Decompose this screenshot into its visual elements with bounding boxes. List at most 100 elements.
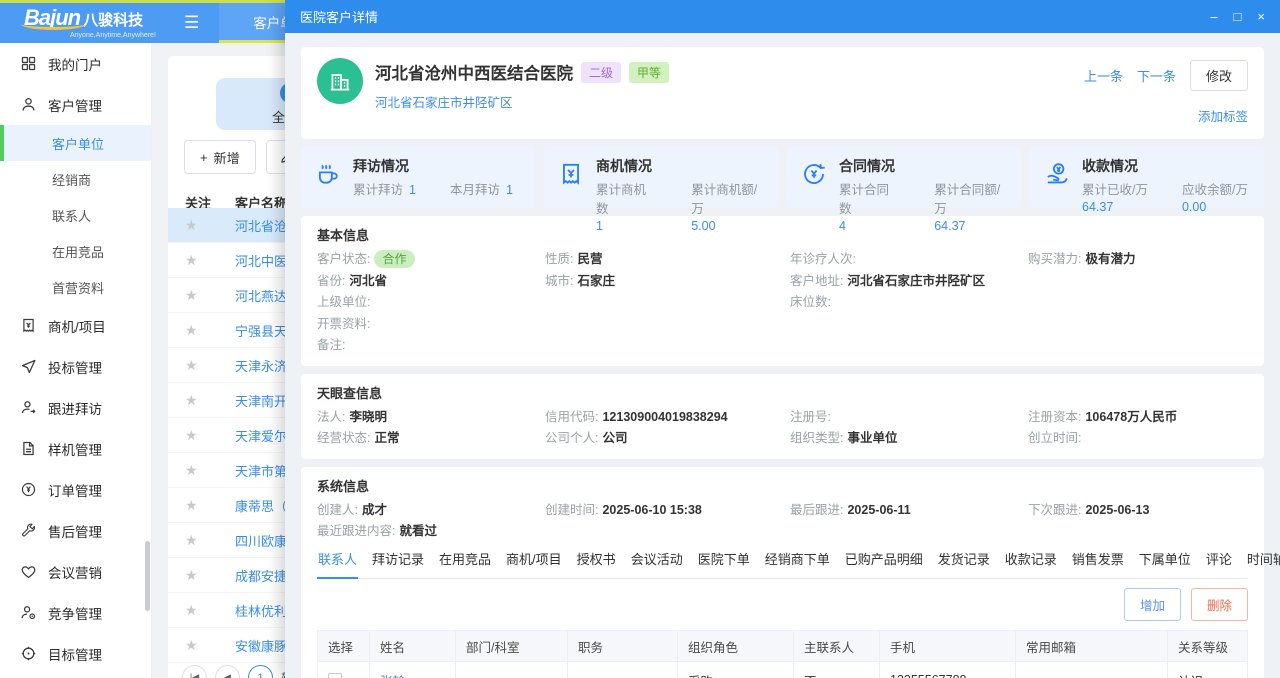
star-icon[interactable]: ★ <box>185 497 235 514</box>
customer-name-link[interactable]: 河北中医 <box>235 251 287 270</box>
customer-name-link[interactable]: 河北省沧 <box>235 216 287 235</box>
star-icon[interactable]: ★ <box>185 357 235 374</box>
sidebar-item[interactable]: 样机管理 <box>0 428 151 469</box>
first-page-button[interactable]: |◀ <box>182 665 207 678</box>
star-icon[interactable]: ★ <box>185 392 235 409</box>
info-field-label: 创建时间: <box>545 503 598 517</box>
sidebar-item[interactable]: 客户单位 <box>0 125 151 161</box>
next-record-link[interactable]: 下一条 <box>1137 66 1176 85</box>
sidebar-item[interactable]: 竞争管理 <box>0 592 151 633</box>
star-icon[interactable]: ★ <box>185 567 235 584</box>
customer-name-link[interactable]: 宁强县天 <box>235 321 287 340</box>
customer-name-link[interactable]: 天津永济 <box>235 356 287 375</box>
sidebar-item[interactable]: 跟进拜访 <box>0 387 151 428</box>
delete-contact-button[interactable]: 删除 <box>1191 588 1248 621</box>
modify-button[interactable]: 修改 <box>1190 60 1248 91</box>
info-field: 组织类型:事业单位 <box>790 428 1028 450</box>
sidebar-item[interactable]: 我的门户 <box>0 43 151 84</box>
star-icon[interactable]: ★ <box>185 532 235 549</box>
sidebar-item[interactable]: 联系人 <box>0 197 151 233</box>
sidebar-item[interactable]: 目标管理 <box>0 633 151 674</box>
star-icon[interactable]: ★ <box>185 322 235 339</box>
sidebar-item[interactable]: 经销商 <box>0 161 151 197</box>
detail-tab[interactable]: 拜访记录 <box>371 538 425 578</box>
contact-name-link[interactable]: 张翰 <box>380 675 405 678</box>
detail-tabs-card: 联系人拜访记录在用竞品商机/项目授权书会议活动医院下单经销商下单已购产品明细发货… <box>301 538 1264 678</box>
sidebar-scrollbar[interactable] <box>145 541 150 611</box>
customer-name-link[interactable]: 康蒂思（ <box>235 496 287 515</box>
prev-record-link[interactable]: 上一条 <box>1084 66 1123 85</box>
stat-metric-label: 累计已收/万 <box>1082 179 1148 198</box>
sidebar-item-label: 样机管理 <box>48 439 102 459</box>
detail-tab[interactable]: 已购产品明细 <box>844 538 924 578</box>
stat-metric-value: 0.00 <box>1182 200 1248 214</box>
current-page-button[interactable]: 1 <box>248 665 273 678</box>
detail-tab[interactable]: 商机/项目 <box>505 538 563 578</box>
detail-tab[interactable]: 评论 <box>1205 538 1233 578</box>
sidebar-item[interactable]: 首营资料 <box>0 269 151 305</box>
sidebar-item[interactable]: 售后管理 <box>0 510 151 551</box>
row-checkbox[interactable] <box>328 673 342 678</box>
info-field: 性质:民营 <box>545 249 790 271</box>
star-icon[interactable]: ★ <box>185 427 235 444</box>
minimize-icon[interactable]: – <box>1210 10 1217 23</box>
detail-tab[interactable]: 时间轴 <box>1246 538 1280 578</box>
building-icon <box>327 68 353 94</box>
info-field-empty <box>1028 335 1248 357</box>
info-field: 购买潜力:极有潜力 <box>1028 249 1248 271</box>
detail-tab[interactable]: 医院下单 <box>697 538 751 578</box>
detail-tab[interactable]: 经销商下单 <box>764 538 831 578</box>
contact-column-header: 姓名 <box>370 631 456 662</box>
sidebar-item[interactable]: 在用竞品 <box>0 233 151 269</box>
star-icon[interactable]: ★ <box>185 462 235 479</box>
detail-tab[interactable]: 收款记录 <box>1004 538 1058 578</box>
stat-metric: 累计合同额/万64.37 <box>934 179 1011 233</box>
hospital-address-link[interactable]: 河北省石家庄市井陉矿区 <box>375 92 513 111</box>
info-field: 公司个人:公司 <box>545 428 790 450</box>
star-icon[interactable]: ★ <box>185 602 235 619</box>
detail-tab[interactable]: 授权书 <box>576 538 617 578</box>
star-icon[interactable]: ★ <box>185 637 235 654</box>
info-field-value: 2025-06-13 <box>1085 503 1149 517</box>
detail-tab[interactable]: 发货记录 <box>937 538 991 578</box>
star-icon[interactable]: ★ <box>185 252 235 269</box>
contact-cell: 13355567788 <box>880 662 1016 678</box>
detail-tab[interactable]: 联系人 <box>317 538 358 579</box>
add-contact-button[interactable]: 增加 <box>1124 588 1181 621</box>
info-field-label: 开票资料: <box>317 317 370 331</box>
star-icon[interactable]: ★ <box>185 287 235 304</box>
customer-name-link[interactable]: 成都安捷 <box>235 566 287 585</box>
prev-page-button[interactable]: ◀ <box>215 665 240 678</box>
add-tag-link[interactable]: 添加标签 <box>1198 106 1248 125</box>
star-icon[interactable]: ★ <box>185 217 235 234</box>
info-field-value: 石家庄 <box>577 274 615 288</box>
detail-tab[interactable]: 销售发票 <box>1071 538 1125 578</box>
sidebar-item[interactable]: 商机/项目 <box>0 305 151 346</box>
customer-name-link[interactable]: 天津爱尔 <box>235 426 287 445</box>
detail-tab[interactable]: 会议活动 <box>630 538 684 578</box>
detail-tab[interactable]: 下属单位 <box>1138 538 1192 578</box>
detail-tab[interactable]: 在用竞品 <box>438 538 492 578</box>
stat-metric-label: 累计拜访 <box>353 179 403 198</box>
customer-name-link[interactable]: 安徽康豚 <box>235 636 287 655</box>
add-customer-button[interactable]: + 新增 <box>184 140 256 174</box>
sidebar-item[interactable]: 投标管理 <box>0 346 151 387</box>
maximize-icon[interactable]: □ <box>1234 10 1242 23</box>
menu-toggle-icon[interactable]: ☰ <box>184 13 199 33</box>
info-field: 经营状态:正常 <box>317 428 545 450</box>
add-customer-label: 新增 <box>214 148 240 167</box>
sidebar-item[interactable]: 订单管理 <box>0 469 151 510</box>
brand-logo[interactable]: Bajun 八骏科技 Anyone,Anytime,Anywhere! <box>24 7 156 39</box>
sidebar-item[interactable]: 会议营销 <box>0 551 151 592</box>
customer-name-link[interactable]: 四川欧康 <box>235 531 287 550</box>
brand-logo-text: Bajun <box>24 7 80 29</box>
customer-name-link[interactable]: 天津市第 <box>235 461 287 480</box>
customer-name-link[interactable]: 桂林优利 <box>235 601 287 620</box>
customer-name-link[interactable]: 河北燕达 <box>235 286 287 305</box>
close-icon[interactable]: × <box>1257 10 1265 23</box>
info-field-value: 2025-06-10 15:38 <box>602 503 701 517</box>
brand-tagline: Anyone,Anytime,Anywhere! <box>70 32 156 39</box>
sidebar-item[interactable]: 客户管理 <box>0 84 151 125</box>
customer-name-link[interactable]: 天津南开 <box>235 391 287 410</box>
info-field-empty <box>1028 292 1248 314</box>
